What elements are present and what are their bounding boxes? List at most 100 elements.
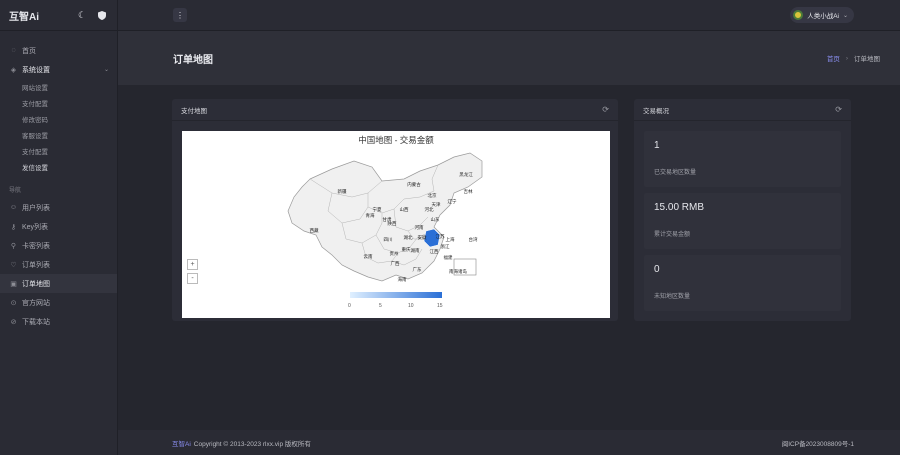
sidebar-subitem-support-settings[interactable]: 客服设置 — [0, 127, 117, 143]
page-header: 订单地图 首页 › 订单地图 — [118, 31, 900, 85]
province-label: 南海诸岛 — [449, 268, 467, 275]
zoom-in-button[interactable]: + — [187, 259, 198, 270]
visual-map-legend[interactable] — [350, 292, 442, 298]
stat-label: 已交易地区数量 — [654, 170, 697, 176]
legend-tick-label: 10 — [408, 303, 414, 309]
china-map[interactable]: 黑龙江吉林辽宁内蒙古新疆甘肃青海西藏宁夏陕西山西 河北北京天津山东河南江苏上海浙江… — [182, 131, 610, 318]
stat-total-amount: 15.00 RMB 累计交易金额 — [644, 193, 841, 249]
footer: 互智Ai Copyright © 2013-2023 rlxx.vip 版权所有… — [118, 430, 900, 455]
sidebar-subitem-label: 修改密码 — [22, 117, 48, 124]
legend-tick-label: 15 — [437, 303, 443, 309]
province-label: 广东 — [413, 266, 422, 273]
legend-tick-label: 5 — [379, 303, 382, 309]
top-bar: ⋮ 人类小战Ai ⌄ — [118, 0, 900, 31]
chevron-down-icon: ⌄ — [842, 12, 848, 19]
page-title: 订单地图 — [173, 54, 213, 66]
breadcrumb-current: 订单地图 — [854, 56, 880, 63]
download-icon: ⊘ — [10, 318, 17, 326]
breadcrumb-home-link[interactable]: 首页 — [827, 53, 840, 63]
user-name: 人类小战Ai — [807, 13, 839, 20]
province-label: 台湾 — [469, 236, 478, 243]
sidebar-item-system-settings[interactable]: ◈ 系统设置 ⌄ — [0, 60, 117, 79]
breadcrumb: 首页 › 订单地图 — [827, 53, 880, 64]
province-label: 浙江 — [441, 243, 450, 250]
sidebar-item-download[interactable]: ⊘ 下载本站 — [0, 312, 117, 331]
province-label: 吉林 — [464, 188, 473, 195]
sidebar-subitem-pay-config[interactable]: 支付配置 — [0, 95, 117, 111]
stat-value: 1 — [654, 140, 660, 151]
nav-section-title: 导航 — [9, 188, 22, 194]
province-label: 青海 — [366, 212, 375, 219]
province-label: 内蒙古 — [407, 181, 421, 188]
sidebar-subitem-label: 支付配置 — [22, 149, 48, 156]
footer-brand-link[interactable]: 互智Ai — [172, 438, 191, 448]
province-label: 广西 — [391, 260, 400, 267]
sidebar-item-official-site[interactable]: ⊙ 官方网站 — [0, 293, 117, 312]
sidebar-item-label: 订单地图 — [22, 280, 50, 288]
sidebar-item-cards[interactable]: ⚲ 卡密列表 — [0, 236, 117, 255]
province-label: 海南 — [398, 276, 407, 283]
province-label: 宁夏 — [373, 206, 382, 212]
refresh-icon[interactable]: ⟳ — [835, 105, 842, 114]
stat-label: 累计交易金额 — [654, 232, 691, 238]
sidebar-item-label: 下载本站 — [22, 318, 50, 326]
province-label: 山西 — [400, 206, 409, 213]
stat-unknown-regions: 0 未知地区数量 — [644, 255, 841, 311]
sidebar-item-label: 首页 — [22, 47, 36, 55]
shield-icon[interactable] — [96, 9, 108, 21]
footer-icp-link[interactable]: 闽ICP备2023008809号-1 — [782, 438, 854, 448]
sidebar-subitem-change-password[interactable]: 修改密码 — [0, 111, 117, 127]
sidebar-subitem-site-settings[interactable]: 网站设置 — [0, 79, 117, 95]
moon-icon[interactable]: ☾ — [76, 9, 88, 21]
sidebar-menu: ◌ 首页 ◈ 系统设置 ⌄ 网站设置 支付配置 修改密码 客服设置 支付配置 发… — [0, 31, 117, 331]
sidebar-subitem-label: 发信设置 — [22, 165, 48, 172]
province-label: 江西 — [430, 248, 439, 255]
card-title: 交易概况 — [643, 107, 669, 115]
province-label: 福建 — [444, 254, 453, 261]
sidebar-subitem-mail-settings[interactable]: 发信设置 — [0, 159, 117, 175]
card-title: 支付地图 — [181, 107, 207, 115]
sidebar-item-home[interactable]: ◌ 首页 — [0, 41, 117, 60]
sidebar-item-label: 官方网站 — [22, 299, 50, 307]
menu-toggle-button[interactable]: ⋮ — [173, 8, 187, 22]
refresh-icon[interactable]: ⟳ — [602, 105, 609, 114]
stat-value: 15.00 RMB — [654, 202, 705, 213]
key-icon: ⚷ — [10, 223, 17, 231]
sidebar-subitem-pay-config-2[interactable]: 支付配置 — [0, 143, 117, 159]
province-label: 江苏 — [436, 233, 445, 240]
home-icon: ◌ — [11, 47, 16, 54]
sidebar-item-users[interactable]: ☺ 用户列表 — [0, 198, 117, 217]
province-label: 河北 — [425, 206, 434, 213]
sidebar-item-label: 卡密列表 — [22, 242, 50, 250]
payment-map-card: 支付地图 ⟳ 中国地图 - 交易金额 黑龙江 吉林 辽宁 内蒙古 新疆 甘肃 青… — [172, 99, 618, 321]
map-icon: ▣ — [10, 280, 17, 288]
globe-icon: ⊙ — [10, 299, 17, 307]
brand-title: 互智Ai — [9, 11, 39, 23]
province-label: 陕西 — [388, 220, 397, 227]
chevron-right-icon: › — [845, 54, 848, 62]
user-menu-button[interactable]: 人类小战Ai ⌄ — [790, 7, 854, 23]
layers-icon: ◈ — [10, 66, 17, 74]
province-label: 河南 — [415, 224, 424, 230]
stat-label: 未知地区数量 — [654, 294, 691, 300]
zoom-out-button[interactable]: - — [187, 273, 198, 284]
china-map-panel: 中国地图 - 交易金额 黑龙江 吉林 辽宁 内蒙古 新疆 甘肃 青海 西藏 宁夏 陕西 山西 — [182, 131, 610, 318]
stat-value: 0 — [654, 264, 660, 275]
sidebar-item-label: 订单列表 — [22, 261, 50, 269]
province-label: 黑龙江 — [459, 171, 473, 178]
province-label: 上海 — [446, 236, 455, 243]
chevron-down-icon: ⌄ — [103, 67, 109, 73]
sidebar-item-order-map[interactable]: ▣ 订单地图 — [0, 274, 117, 293]
avatar — [793, 10, 804, 20]
sidebar-item-label: Key列表 — [22, 223, 49, 231]
province-label: 山东 — [431, 216, 440, 223]
sidebar-item-orders[interactable]: ♡ 订单列表 — [0, 255, 117, 274]
card-icon: ⚲ — [10, 242, 17, 250]
sidebar-item-label: 用户列表 — [22, 204, 50, 212]
user-icon: ☺ — [9, 204, 18, 211]
sidebar-item-keys[interactable]: ⚷ Key列表 — [0, 217, 117, 236]
brand-bar: 互智Ai ☾ — [0, 0, 117, 31]
footer-copyright: Copyright © 2013-2023 rlxx.vip 版权所有 — [193, 440, 311, 448]
province-label: 辽宁 — [448, 198, 457, 205]
stat-traded-regions: 1 已交易地区数量 — [644, 131, 841, 187]
